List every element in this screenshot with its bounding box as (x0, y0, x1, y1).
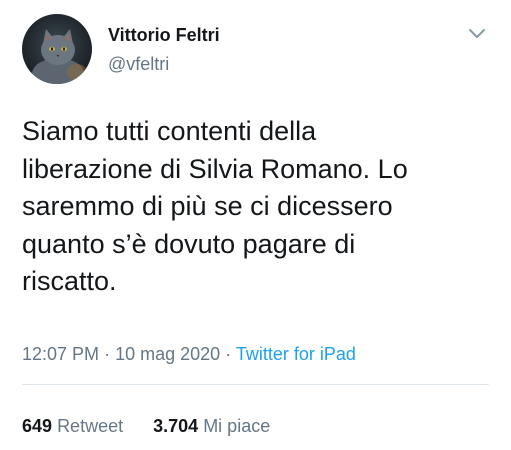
tweet-metadata: 12:07 PM · 10 mag 2020 · Twitter for iPa… (22, 343, 356, 365)
avatar[interactable] (22, 14, 92, 84)
retweets-count: 649 (22, 416, 53, 436)
meta-separator: · (104, 344, 111, 364)
tweet-date[interactable]: 10 mag 2020 (115, 344, 220, 364)
tweet-text: Siamo tutti contenti della liberazione d… (22, 116, 408, 296)
tweet-time[interactable]: 12:07 PM (22, 344, 99, 364)
chevron-down-icon (469, 29, 485, 38)
tweet-menu-button[interactable] (465, 24, 489, 44)
likes-count: 3.704 (153, 416, 199, 436)
author-info: Vittorio Feltri @vfeltri (108, 24, 220, 75)
retweets-label: Retweet (57, 416, 124, 436)
likes-label: Mi piace (203, 416, 271, 436)
tweet-card: Vittorio Feltri @vfeltri Siamo tutti con… (0, 0, 511, 450)
cat-avatar-icon (22, 14, 92, 84)
divider (22, 384, 489, 385)
tweet-stats: 649 Retweet 3.704 Mi piace (22, 415, 270, 437)
retweets-stat[interactable]: 649 Retweet (22, 415, 123, 437)
meta-separator: · (225, 344, 232, 364)
display-name[interactable]: Vittorio Feltri (108, 24, 220, 46)
likes-stat[interactable]: 3.704 Mi piace (153, 415, 270, 437)
tweet-source-link[interactable]: Twitter for iPad (236, 344, 356, 364)
user-handle[interactable]: @vfeltri (108, 53, 220, 75)
